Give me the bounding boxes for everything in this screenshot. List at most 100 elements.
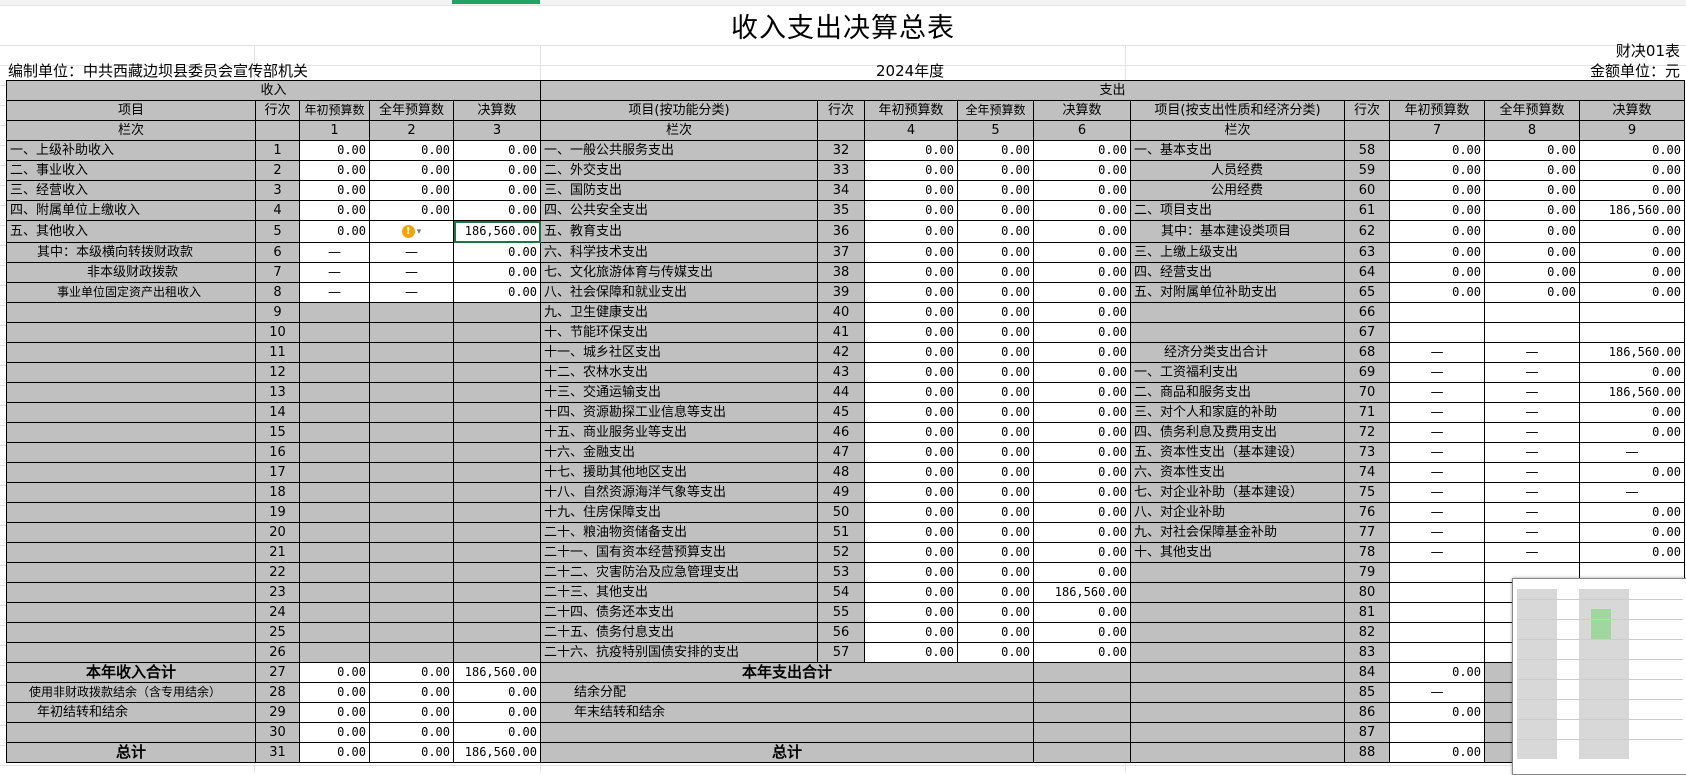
cell[interactable]: 0.00 xyxy=(957,262,1034,283)
cell[interactable] xyxy=(299,322,370,343)
cell[interactable] xyxy=(369,542,454,563)
cell[interactable]: 0.00 xyxy=(1033,342,1131,363)
cell[interactable]: 0.00 xyxy=(864,220,958,243)
cell[interactable]: 0.00 xyxy=(1484,242,1580,263)
cell[interactable]: 0.00 xyxy=(864,422,958,443)
sheet-thumbnail-preview[interactable] xyxy=(1512,578,1686,775)
cell[interactable]: — xyxy=(1484,502,1580,523)
cell[interactable]: 0.00 xyxy=(864,262,958,283)
cell[interactable] xyxy=(369,522,454,543)
cell[interactable]: 0.00 xyxy=(1484,262,1580,283)
cell[interactable]: 0.00 xyxy=(453,282,541,303)
cell[interactable] xyxy=(299,362,370,383)
cell[interactable]: — xyxy=(1484,462,1580,483)
cell[interactable] xyxy=(1484,322,1580,343)
cell[interactable] xyxy=(1389,722,1485,743)
cell[interactable]: 0.00 xyxy=(1484,180,1580,201)
cell[interactable]: 0.00 xyxy=(369,722,454,743)
cell[interactable]: 0.00 xyxy=(957,322,1034,343)
cell[interactable]: 0.00 xyxy=(864,582,958,603)
cell[interactable]: 0.00 xyxy=(453,180,541,201)
cell[interactable]: 0.00 xyxy=(957,200,1034,221)
cell[interactable]: 0.00 xyxy=(1389,140,1485,161)
cell[interactable]: 0.00 xyxy=(864,342,958,363)
cell[interactable]: — xyxy=(1389,682,1485,703)
cell[interactable] xyxy=(299,562,370,583)
cell[interactable]: 0.00 xyxy=(864,602,958,623)
cell[interactable]: 0.00 xyxy=(1484,282,1580,303)
cell[interactable] xyxy=(1389,562,1485,583)
cell[interactable]: 0.00 xyxy=(1033,502,1131,523)
cell[interactable]: 0.00 xyxy=(864,442,958,463)
cell[interactable]: — xyxy=(1484,442,1580,463)
cell[interactable]: — xyxy=(1484,342,1580,363)
cell[interactable] xyxy=(453,542,541,563)
cell[interactable] xyxy=(453,442,541,463)
cell[interactable]: 0.00 xyxy=(453,682,541,703)
cell[interactable]: 0.00 xyxy=(1033,442,1131,463)
cell[interactable]: 0.00 xyxy=(864,180,958,201)
cell[interactable]: 0.00 xyxy=(1579,180,1685,201)
cell[interactable]: 0.00 xyxy=(299,742,370,763)
cell[interactable]: 186,560.00 xyxy=(453,742,541,763)
cell[interactable]: 0.00 xyxy=(864,642,958,663)
cell[interactable] xyxy=(453,422,541,443)
cell[interactable]: 0.00 xyxy=(369,742,454,763)
cell[interactable]: 0.00 xyxy=(957,522,1034,543)
cell[interactable]: — xyxy=(1389,542,1485,563)
cell[interactable] xyxy=(453,342,541,363)
cell[interactable] xyxy=(369,362,454,383)
cell[interactable]: 0.00 xyxy=(1033,262,1131,283)
cell[interactable]: 0.00 xyxy=(1579,242,1685,263)
cell[interactable]: — xyxy=(1484,362,1580,383)
cell[interactable]: 0.00 xyxy=(1579,522,1685,543)
cell[interactable]: 0.00 xyxy=(957,402,1034,423)
cell[interactable] xyxy=(453,482,541,503)
cell[interactable]: 0.00 xyxy=(1033,482,1131,503)
cell[interactable] xyxy=(1389,602,1485,623)
cell[interactable]: 0.00 xyxy=(864,562,958,583)
cell[interactable] xyxy=(299,642,370,663)
cell[interactable]: 0.00 xyxy=(864,302,958,323)
cell[interactable]: 0.00 xyxy=(1389,160,1485,181)
cell[interactable] xyxy=(1579,322,1685,343)
cell[interactable] xyxy=(299,402,370,423)
cell[interactable]: 0.00 xyxy=(1033,622,1131,643)
cell[interactable] xyxy=(453,522,541,543)
cell[interactable]: 0.00 xyxy=(299,160,370,181)
warning-icon[interactable]: ! xyxy=(401,225,415,238)
cell[interactable] xyxy=(453,382,541,403)
cell[interactable]: 0.00 xyxy=(957,562,1034,583)
cell[interactable]: 0.00 xyxy=(957,302,1034,323)
cell[interactable] xyxy=(369,462,454,483)
cell[interactable]: 0.00 xyxy=(369,702,454,723)
cell[interactable] xyxy=(1389,642,1485,663)
cell[interactable] xyxy=(299,522,370,543)
cell[interactable]: 0.00 xyxy=(1389,200,1485,221)
cell[interactable]: 0.00 xyxy=(957,382,1034,403)
cell[interactable]: 0.00 xyxy=(453,160,541,181)
cell[interactable]: — xyxy=(1484,522,1580,543)
cell[interactable] xyxy=(1389,582,1485,603)
cell[interactable]: 0.00 xyxy=(957,462,1034,483)
cell[interactable]: 0.00 xyxy=(1033,322,1131,343)
chevron-down-icon[interactable]: ▾ xyxy=(417,227,422,237)
cell[interactable] xyxy=(369,342,454,363)
cell[interactable] xyxy=(299,462,370,483)
cell[interactable] xyxy=(369,582,454,603)
cell[interactable]: — xyxy=(1484,542,1580,563)
cell[interactable]: 186,560.00 xyxy=(453,662,541,683)
cell[interactable]: 0.00 xyxy=(1033,382,1131,403)
cell[interactable]: — xyxy=(1484,402,1580,423)
cell[interactable]: 0.00 xyxy=(299,682,370,703)
cell[interactable]: 0.00 xyxy=(957,622,1034,643)
cell[interactable]: 0.00 xyxy=(957,582,1034,603)
cell[interactable]: 0.00 xyxy=(369,180,454,201)
cell[interactable]: 186,560.00 xyxy=(1033,582,1131,603)
cell[interactable]: 0.00 xyxy=(1579,282,1685,303)
cell[interactable] xyxy=(453,362,541,383)
cell[interactable]: 0.00 xyxy=(957,160,1034,181)
cell[interactable] xyxy=(369,382,454,403)
cell[interactable]: — xyxy=(1389,482,1485,503)
cell[interactable]: — xyxy=(1579,442,1685,463)
